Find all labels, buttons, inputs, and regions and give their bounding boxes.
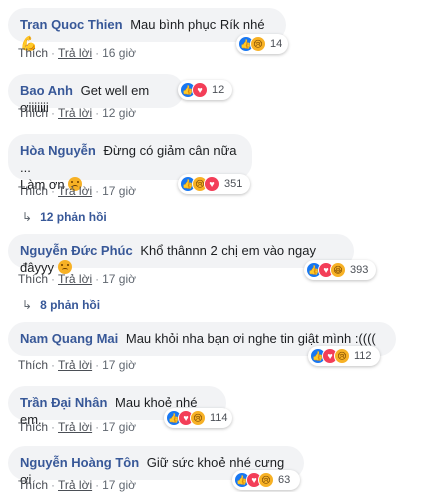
- comment-actions: Thích · Trả lời · 17 giờ: [18, 272, 136, 286]
- replies-count[interactable]: 8 phản hồi: [40, 298, 100, 312]
- reaction-summary[interactable]: 👍 ♥ 😢 112: [308, 346, 380, 366]
- reaction-summary[interactable]: 👍 ♥ 😢 63: [232, 470, 300, 490]
- comment-bubble: Nguyễn Đức Phúc Khổ thânnn 2 chị em vào …: [8, 234, 354, 275]
- love-reaction-icon: ♥: [192, 82, 208, 98]
- like-link[interactable]: Thích: [18, 358, 48, 372]
- comment-author[interactable]: Nam Quang Mai: [20, 331, 118, 346]
- comment-actions: Thích · Trả lời · 12 giờ: [18, 106, 136, 120]
- replies-count[interactable]: 12 phản hồi: [40, 210, 107, 224]
- comment-time[interactable]: 16 giờ: [102, 46, 136, 60]
- sad-reaction-icon: 😢: [258, 472, 274, 488]
- reply-link[interactable]: Trả lời: [58, 184, 92, 198]
- reaction-summary[interactable]: 👍 ♥ 😆 393: [304, 260, 376, 280]
- comment-time[interactable]: 17 giờ: [102, 478, 136, 492]
- comment-author[interactable]: Bao Anh: [20, 83, 73, 98]
- reaction-summary[interactable]: 👍 😢 ♥ 351: [178, 174, 250, 194]
- reaction-summary[interactable]: 👍 😢 14: [236, 34, 288, 54]
- sad-reaction-icon: 😢: [250, 36, 266, 52]
- comment-bubble: Bao Anh Get well em ơiiiiiii: [8, 74, 184, 115]
- reaction-count: 12: [212, 84, 225, 96]
- comment-time[interactable]: 12 giờ: [102, 106, 136, 120]
- like-link[interactable]: Thích: [18, 46, 48, 60]
- comment-time[interactable]: 17 giờ: [102, 358, 136, 372]
- reaction-count: 112: [354, 350, 372, 362]
- comment-text: Mau bình phục Rík nhé: [130, 17, 265, 32]
- reaction-count: 351: [224, 178, 243, 190]
- love-reaction-icon: ♥: [204, 176, 220, 192]
- reaction-count: 114: [210, 412, 228, 424]
- comment-actions: Thích · Trả lời · 16 giờ: [18, 46, 136, 60]
- comment-author[interactable]: Nguyễn Đức Phúc: [20, 243, 133, 258]
- sad-reaction-icon: 😢: [334, 348, 350, 364]
- reaction-summary[interactable]: 👍 ♥ 😢 114: [164, 408, 232, 428]
- comment-author[interactable]: Hòa Nguyễn: [20, 143, 96, 158]
- view-replies-link[interactable]: ↳ 12 phản hồi: [22, 210, 107, 224]
- reply-link[interactable]: Trả lời: [58, 420, 92, 434]
- view-replies-link[interactable]: ↳ 8 phản hồi: [22, 298, 100, 312]
- reply-link[interactable]: Trả lời: [58, 106, 92, 120]
- comment-text: Mau khỏi nha bạn ơi nghe tin giật mình :…: [125, 331, 376, 346]
- reaction-count: 393: [350, 264, 369, 276]
- reply-link[interactable]: Trả lời: [58, 272, 92, 286]
- reaction-count: 63: [278, 474, 291, 486]
- reply-arrow-icon: ↳: [22, 298, 33, 312]
- comment-author[interactable]: Tran Quoc Thien: [20, 17, 123, 32]
- comment-actions: Thích · Trả lời · 17 giờ: [18, 184, 136, 198]
- comment-time[interactable]: 17 giờ: [102, 420, 136, 434]
- reaction-summary[interactable]: 👍 ♥ 12: [178, 80, 232, 100]
- reply-link[interactable]: Trả lời: [58, 46, 92, 60]
- like-link[interactable]: Thích: [18, 420, 48, 434]
- sad-reaction-icon: 😢: [190, 410, 206, 426]
- like-link[interactable]: Thích: [18, 478, 48, 492]
- reply-link[interactable]: Trả lời: [58, 478, 92, 492]
- comment-author[interactable]: Nguyễn Hoàng Tôn: [20, 455, 139, 470]
- comment-actions: Thích · Trả lời · 17 giờ: [18, 420, 136, 434]
- like-link[interactable]: Thích: [18, 106, 48, 120]
- comment-time[interactable]: 17 giờ: [102, 272, 136, 286]
- reaction-count: 14: [270, 38, 283, 50]
- like-link[interactable]: Thích: [18, 272, 48, 286]
- like-link[interactable]: Thích: [18, 184, 48, 198]
- comment-actions: Thích · Trả lời · 17 giờ: [18, 358, 136, 372]
- comment-actions: Thích · Trả lời · 17 giờ: [18, 478, 136, 492]
- reply-arrow-icon: ↳: [22, 210, 33, 224]
- haha-reaction-icon: 😆: [330, 262, 346, 278]
- comment-time[interactable]: 17 giờ: [102, 184, 136, 198]
- reply-link[interactable]: Trả lời: [58, 358, 92, 372]
- comment-author[interactable]: Trần Đại Nhân: [20, 395, 107, 410]
